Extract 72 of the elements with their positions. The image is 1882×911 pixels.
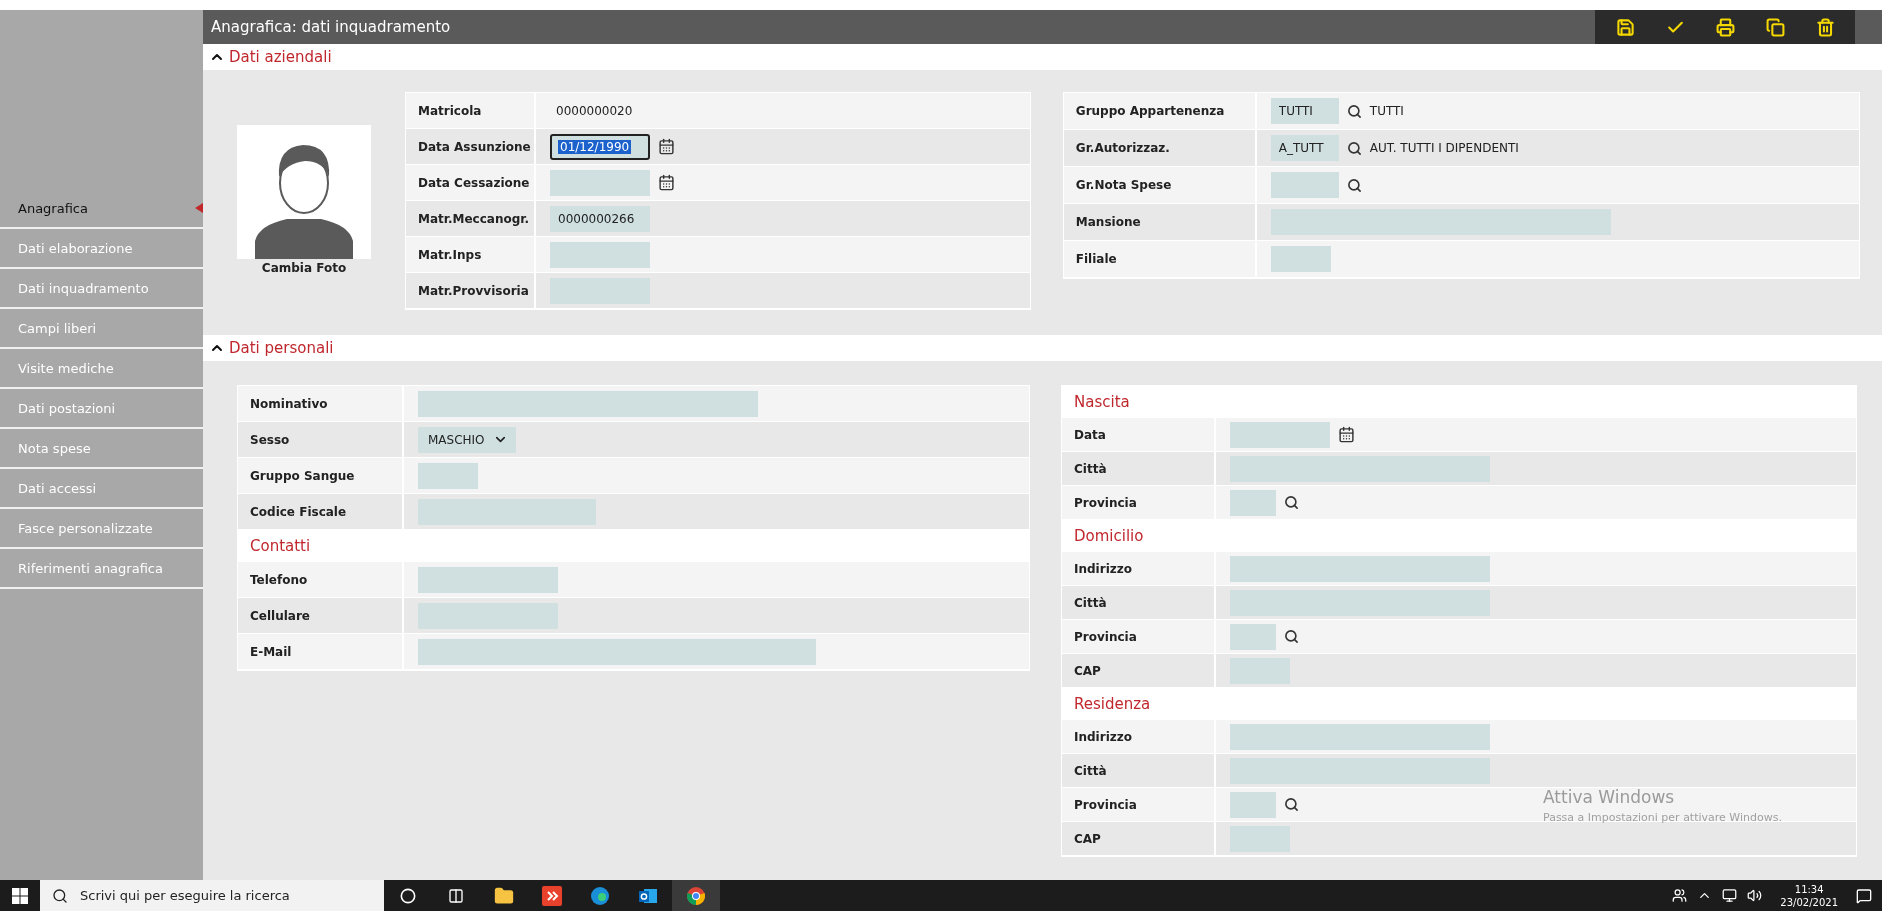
input-field[interactable] [1230,757,1490,784]
search-icon [52,887,68,904]
section-title: Dati personali [229,339,334,357]
input-field[interactable] [1230,589,1490,616]
search-icon[interactable] [1284,629,1299,644]
taskbar-app[interactable] [672,880,720,911]
speaker-icon[interactable] [1747,888,1763,903]
taskbar-search[interactable]: Scrivi qui per eseguire la ricerca [40,880,384,911]
input-field[interactable] [1230,825,1290,852]
date-field[interactable] [550,169,650,196]
code-field[interactable] [1230,623,1276,650]
app-icon [542,885,562,906]
page-title: Anagrafica: dati inquadramento [210,18,451,36]
input-field[interactable]: 0000000266 [550,205,650,232]
search-icon[interactable] [1284,797,1299,812]
calendar-icon[interactable] [658,138,675,155]
input-field[interactable] [418,390,758,417]
taskbar-search-field[interactable]: Scrivi qui per eseguire la ricerca [78,887,384,904]
windows-icon [12,887,28,904]
network-icon[interactable] [1722,888,1738,903]
code-field[interactable] [1230,489,1276,516]
field-label: CAP [1062,822,1216,855]
field-label: Matr.Provvisoria [406,273,536,308]
printer-icon [1715,17,1735,37]
gender-select[interactable]: MASCHIO [418,426,516,453]
search-icon[interactable] [1346,103,1362,119]
section-title: Dati aziendali [229,48,332,66]
notification-icon[interactable] [1856,887,1872,904]
input-field[interactable] [418,602,558,629]
field-label: E-Mail [238,634,404,669]
activation-title: Attiva Windows [1543,787,1676,807]
clock[interactable]: 11:34 23/02/2021 [1780,882,1838,909]
calendar-icon[interactable] [1338,426,1355,443]
input-field[interactable] [418,566,558,593]
code-field[interactable]: TUTTI [1270,98,1339,124]
code-field[interactable] [1270,172,1339,198]
circle-icon [400,887,416,904]
trash-icon [1815,17,1835,37]
save-icon [1615,17,1635,37]
browser-icon [686,885,706,906]
input-field[interactable] [1230,657,1290,684]
date-field[interactable] [1230,421,1330,448]
input-field[interactable] [418,638,816,665]
input-field[interactable] [1230,723,1490,750]
section-header[interactable]: Dati aziendali [203,44,1882,70]
input-field[interactable] [418,498,596,525]
lookup-description: TUTTI [1369,104,1404,118]
input-field[interactable] [550,277,650,304]
folder-icon [494,885,514,906]
field-value: 0000000020 [555,103,633,118]
search-icon[interactable] [1284,495,1299,510]
calendar-icon[interactable] [658,174,675,191]
section-header[interactable]: Dati personali [203,335,1882,361]
input-field[interactable] [418,462,478,489]
search-icon[interactable] [1346,177,1362,193]
field-label: Filiale [1063,241,1257,277]
code-field[interactable] [1230,791,1276,818]
task-view-icon [448,887,464,904]
code-field[interactable]: A_TUTT [1270,135,1339,161]
browser-icon [590,885,610,906]
input-field[interactable] [1230,455,1490,482]
input-field[interactable] [1270,246,1331,272]
activation-message: Passa a Impostazioni per attivare Windows. [1543,811,1782,824]
lookup-description: AUT. TUTTI I DIPENDENTI [1369,141,1519,155]
input-field[interactable] [550,241,650,268]
date-field[interactable]: 01/12/1990 [550,133,650,160]
copy-icon [1765,17,1785,37]
change-photo-link[interactable]: Cambia Foto [261,261,347,275]
search-icon[interactable] [1346,140,1362,156]
input-field[interactable] [1270,209,1611,235]
input-field[interactable] [1230,555,1490,582]
people-icon[interactable] [1672,888,1688,903]
